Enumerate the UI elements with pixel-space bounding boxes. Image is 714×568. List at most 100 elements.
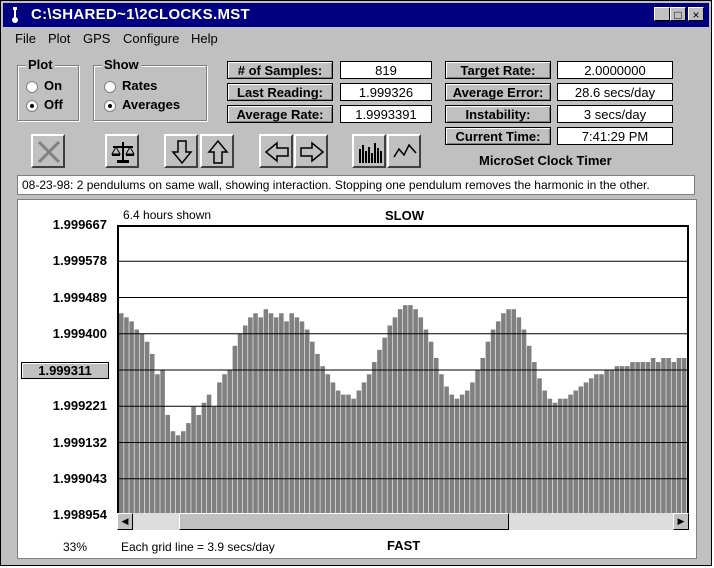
show-averages-radio[interactable]: Averages [104,97,180,112]
rate-bar [144,341,150,515]
rate-chart [117,225,689,515]
target-rate-value: 2.0000000 [557,61,673,79]
rate-bar [232,345,238,515]
menu-gps[interactable]: GPS [83,31,110,46]
minimize-button[interactable]: _ [654,7,670,22]
menu-plot[interactable]: Plot [48,31,70,46]
rate-bar [315,353,320,515]
bar-chart-button[interactable] [352,134,386,168]
rate-bar [599,374,604,515]
rate-bar [635,362,640,515]
rate-bar [191,406,196,515]
rate-bar [661,358,666,515]
rate-bar [573,390,578,515]
menu-configure[interactable]: Configure [123,31,179,46]
app-name: MicroSet Clock Timer [479,153,612,168]
current-time-label: Current Time: [445,127,551,145]
rate-bar [485,341,491,515]
rate-bar [217,382,222,515]
rate-bar [583,382,589,515]
rate-bar [351,398,356,515]
scroll-left-arrow-icon[interactable]: ◀ [117,513,133,530]
rate-bar [588,378,594,515]
show-rates-radio[interactable]: Rates [104,78,157,93]
title-bar[interactable]: C:\SHARED~1\2CLOCKS.MST _ □ × [3,3,709,27]
scroll-thumb[interactable] [179,513,509,530]
y-tick-label: 1.999489 [52,289,107,305]
rate-bar [578,386,584,515]
rate-bar [552,402,558,515]
show-averages-label: Averages [122,97,181,112]
current-time-value: 7:41:29 PM [557,127,673,145]
plot-on-radio[interactable]: On [26,78,62,93]
target-rate-label: Target Rate: [445,61,551,79]
rate-bar [671,362,677,515]
plot-off-label: Off [44,97,63,112]
average-error-label: Average Error: [445,83,551,101]
y-tick-label: 1.999400 [52,325,107,341]
rate-bar [594,374,599,515]
line-chart-button[interactable] [387,134,421,168]
line-chart-icon [393,143,417,158]
rate-bar [372,362,377,515]
clear-button[interactable] [31,134,65,168]
menu-file[interactable]: File [15,31,36,46]
menu-help[interactable]: Help [191,31,218,46]
rate-bar [165,414,171,515]
rate-bar [289,313,294,515]
rate-bar [341,394,346,515]
app-window: C:\SHARED~1\2CLOCKS.MST _ □ × File Plot … [0,0,712,566]
rate-bar [377,349,382,515]
rate-bar [666,358,671,515]
instability-label: Instability: [445,105,551,123]
rate-bar [325,374,331,515]
arrow-right-icon [300,141,325,163]
rate-bar [320,366,325,515]
maximize-button[interactable]: □ [670,7,686,22]
status-message: 08-23-98: 2 pendulums on same wall, show… [17,175,695,195]
horizontal-scrollbar[interactable]: ◀ ▶ [117,513,689,530]
rate-bar [650,358,656,515]
rate-bar [403,305,408,515]
rate-bar [263,309,269,515]
rate-bar [196,414,202,515]
rate-bar [470,382,475,515]
show-group: Show Rates Averages [93,57,207,121]
y-tick-label: 1.999043 [52,470,107,486]
rate-bar [279,313,284,515]
scroll-right-arrow-icon[interactable]: ▶ [673,513,689,530]
rate-bar [428,341,434,515]
rate-bar [119,313,124,515]
arrow-left-icon [264,141,289,163]
bar-chart-icon [359,143,382,163]
rate-bar [408,305,413,515]
rate-bar [490,329,496,515]
instability-value: 3 secs/day [557,105,673,123]
balance-scale-icon [111,142,135,163]
arrow-down-icon [171,140,193,165]
samples-value: 819 [340,61,432,79]
rate-bar [366,374,372,515]
rate-bar [563,398,568,515]
plot-off-radio[interactable]: Off [26,97,63,112]
rate-bar [625,366,630,515]
scroll-right-button[interactable] [294,134,328,168]
rate-bar [310,341,315,515]
scroll-down-button[interactable] [164,134,198,168]
scroll-up-button[interactable] [200,134,234,168]
fast-label: FAST [387,538,421,553]
average-error-value: 28.6 secs/day [557,83,673,101]
pendulum-icon[interactable] [9,7,23,23]
rate-bar [335,390,341,515]
rate-bar [294,317,300,515]
rate-bar [464,390,470,515]
scroll-left-button[interactable] [259,134,293,168]
radio-selected-icon [26,99,38,112]
close-button[interactable]: × [688,7,704,22]
radio-circle-icon [26,80,38,93]
average-rate-value: 1.9993391 [340,105,432,123]
rate-bar [361,382,367,515]
balance-button[interactable] [105,134,139,168]
selected-rate-tick[interactable]: 1.999311 [21,362,109,379]
rate-bar [273,317,279,515]
